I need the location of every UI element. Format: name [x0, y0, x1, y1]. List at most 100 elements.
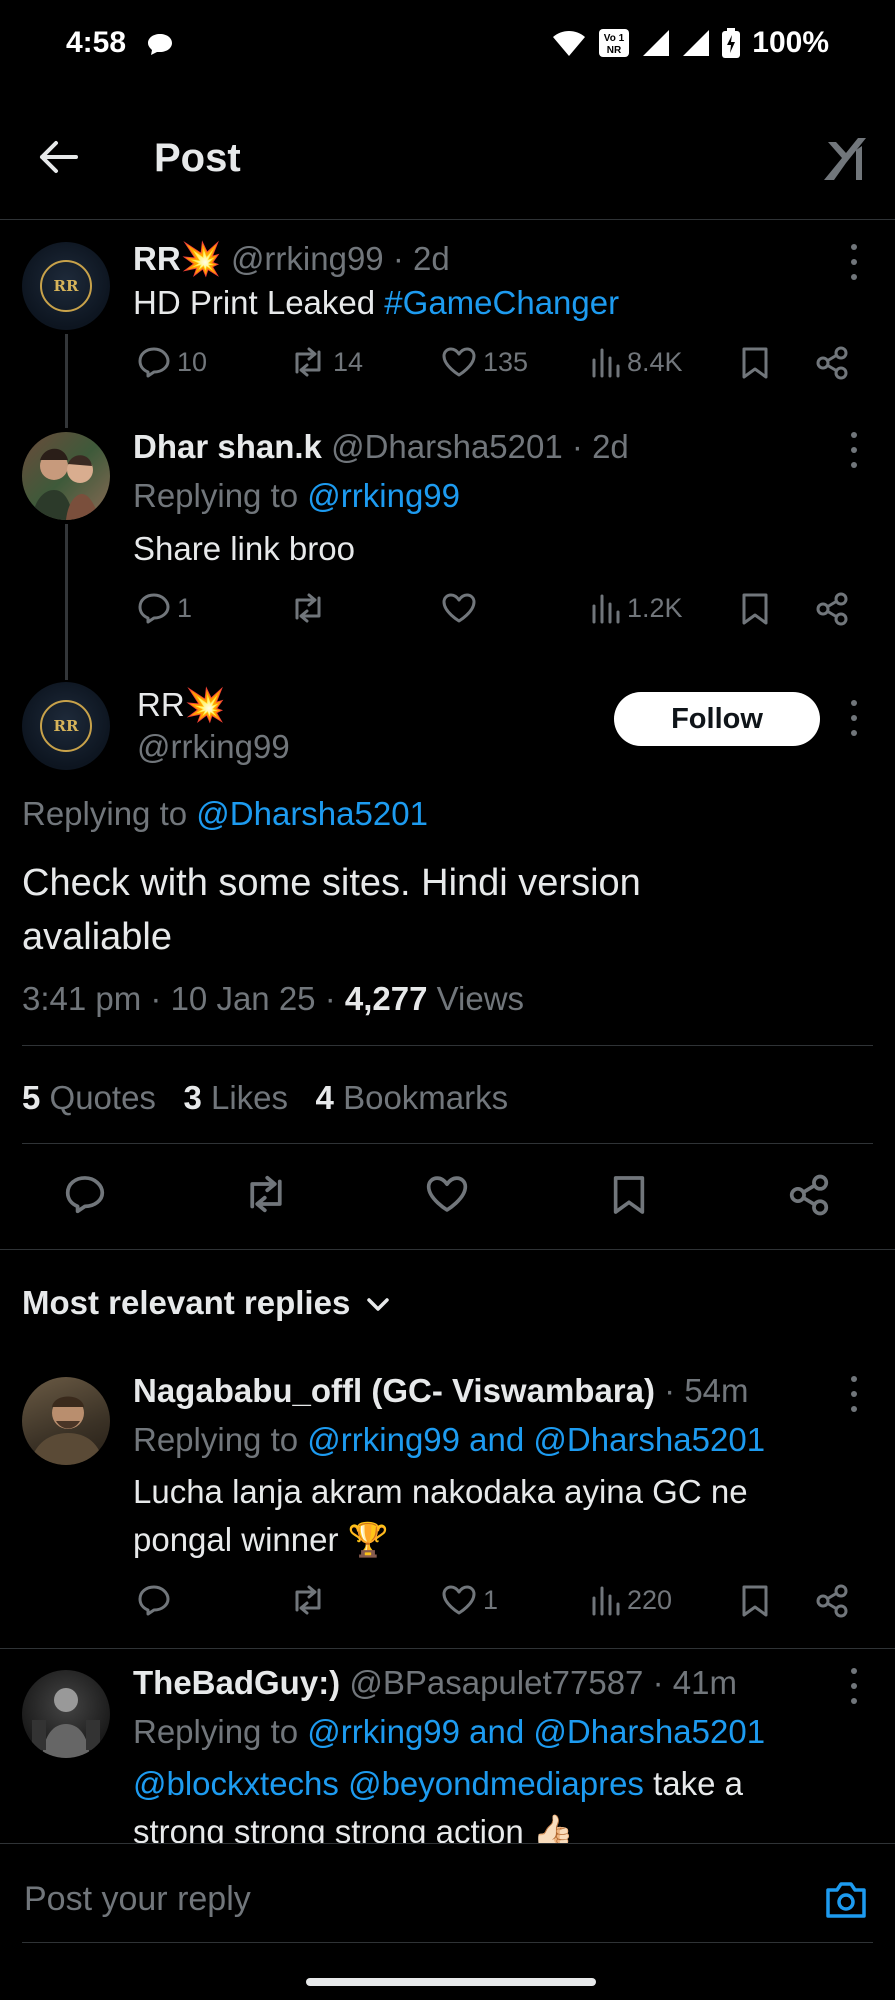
- post-meta: 3:41 pm · 10 Jan 25 · 4,277 Views: [22, 980, 524, 1018]
- like-button[interactable]: 1: [441, 1584, 498, 1616]
- repost-button[interactable]: [242, 1174, 290, 1214]
- post-header: Nagababu_offl (GC- Viswambara) · 54m: [133, 1372, 749, 1410]
- post-body-line: Lucha lanja akram nakodaka ayina GC ne: [133, 1473, 748, 1510]
- reply-button[interactable]: 1: [137, 592, 192, 624]
- more-options-icon[interactable]: [844, 432, 864, 468]
- post-actions: 10 14 135 8.4K: [133, 346, 853, 390]
- views-count: 8.4K: [627, 346, 683, 377]
- views-button[interactable]: 1.2K: [591, 592, 683, 624]
- display-name[interactable]: Dhar shan.k: [133, 428, 322, 465]
- bookmark-button[interactable]: [612, 1174, 646, 1216]
- hashtag-link[interactable]: #GameChanger: [384, 284, 619, 321]
- handle[interactable]: @rrking99: [231, 240, 384, 277]
- repost-button[interactable]: [289, 592, 327, 624]
- post-body: Lucha lanja akram nakodaka ayina GC ne p…: [133, 1468, 748, 1564]
- handle[interactable]: @Dharsha5201: [331, 428, 563, 465]
- battery-percent: 100%: [752, 26, 829, 59]
- more-options-icon[interactable]: [844, 1376, 864, 1412]
- reply-icon: [138, 593, 170, 624]
- post-age: · 41m: [652, 1664, 737, 1701]
- views-count: 220: [627, 1584, 673, 1615]
- display-name[interactable]: RR💥: [133, 240, 222, 277]
- like-button[interactable]: [425, 1174, 469, 1214]
- replying-to-link[interactable]: @rrking99: [307, 477, 460, 514]
- like-button[interactable]: 135: [441, 346, 528, 378]
- repost-button[interactable]: [289, 1584, 327, 1616]
- more-options-icon[interactable]: [844, 244, 864, 280]
- avatar[interactable]: [22, 432, 110, 520]
- post-age: · 54m: [664, 1372, 749, 1409]
- replying-to-link[interactable]: @rrking99 and @Dharsha5201: [307, 1421, 765, 1458]
- like-count: 1: [483, 1584, 499, 1615]
- back-arrow-icon[interactable]: [38, 140, 78, 174]
- bookmark-button[interactable]: [741, 346, 769, 380]
- follow-button[interactable]: Follow: [614, 692, 820, 746]
- status-bar: 4:58 Vo 1 NR 100%: [0, 0, 895, 90]
- reply-button[interactable]: [137, 1584, 171, 1616]
- repost-button[interactable]: 14: [289, 346, 363, 378]
- post-age: · 2d: [571, 428, 629, 465]
- reply-input[interactable]: Post your reply: [24, 1880, 251, 1919]
- reply-count: 1: [177, 592, 193, 623]
- replying-to: Replying to @rrking99 and @Dharsha5201: [133, 1421, 765, 1459]
- bookmark-button[interactable]: [741, 1584, 769, 1618]
- handle[interactable]: @rrking99: [137, 728, 290, 766]
- views-chart-icon: [592, 594, 620, 624]
- like-count: 135: [483, 346, 529, 377]
- home-indicator[interactable]: [306, 1978, 596, 1986]
- reply-composer: Post your reply: [0, 1843, 895, 2000]
- replying-to: Replying to @Dharsha5201: [22, 795, 428, 833]
- divider: [0, 1648, 895, 1649]
- share-button[interactable]: [788, 1174, 830, 1216]
- camera-icon[interactable]: [824, 1880, 868, 1920]
- heart-icon: [442, 593, 476, 623]
- quotes-stat[interactable]: 5 Quotes: [22, 1079, 156, 1116]
- signal-icon-2: [682, 29, 710, 57]
- reply-button[interactable]: [64, 1174, 106, 1214]
- more-options-icon[interactable]: [844, 700, 864, 736]
- more-options-icon[interactable]: [844, 1668, 864, 1704]
- replying-to-link[interactable]: @Dharsha5201: [196, 795, 428, 832]
- post-text: HD Print Leaked #GameChanger: [133, 284, 619, 322]
- post-header: RR💥 @rrking99 · 2d: [133, 240, 450, 279]
- handle[interactable]: @BPasapulet77587: [349, 1664, 643, 1701]
- views-chart-icon: [592, 348, 620, 378]
- avatar[interactable]: RR: [22, 682, 110, 770]
- display-name[interactable]: RR💥: [137, 686, 226, 725]
- display-name[interactable]: TheBadGuy:): [133, 1664, 340, 1701]
- avatar[interactable]: [22, 1377, 110, 1465]
- avatar[interactable]: RR: [22, 242, 110, 330]
- top-bar: Post: [0, 90, 895, 220]
- status-time: 4:58: [66, 26, 127, 59]
- share-button[interactable]: [815, 346, 849, 380]
- post-actions: 1 220: [133, 1584, 853, 1628]
- grok-icon[interactable]: [822, 136, 868, 182]
- share-icon: [789, 1174, 829, 1216]
- thread-line: [65, 524, 68, 680]
- replies-sort-dropdown[interactable]: Most relevant replies: [22, 1284, 391, 1322]
- reply-button[interactable]: 10: [137, 346, 207, 378]
- signal-icon: [642, 29, 670, 57]
- repost-icon: [295, 1585, 321, 1615]
- avatar[interactable]: [22, 1670, 110, 1758]
- bookmark-icon: [742, 1585, 768, 1617]
- engagement-stats: 5 Quotes 3 Likes 4 Bookmarks: [22, 1079, 508, 1117]
- bookmark-button[interactable]: [741, 592, 769, 626]
- like-button[interactable]: [441, 592, 477, 624]
- reply-icon: [138, 1585, 170, 1616]
- post-body-text: take a: [653, 1765, 743, 1802]
- display-name[interactable]: Nagababu_offl (GC- Viswambara): [133, 1372, 655, 1409]
- replying-to-link[interactable]: @rrking99 and @Dharsha5201: [307, 1713, 765, 1750]
- bookmarks-stat[interactable]: 4 Bookmarks: [316, 1079, 509, 1116]
- bookmark-icon: [742, 347, 768, 379]
- post-header: TheBadGuy:) @BPasapulet77587 · 41m: [133, 1664, 737, 1702]
- views-button[interactable]: 8.4K: [591, 346, 683, 378]
- heart-icon: [442, 347, 476, 377]
- mention-links[interactable]: @blockxtechs @beyondmediapres: [133, 1765, 644, 1802]
- share-button[interactable]: [815, 592, 849, 626]
- share-button[interactable]: [815, 1584, 849, 1618]
- views-button[interactable]: 220: [591, 1584, 672, 1616]
- post-body-line: Check with some sites. Hindi version: [22, 862, 641, 904]
- bookmark-icon: [613, 1176, 645, 1214]
- likes-stat[interactable]: 3 Likes: [183, 1079, 288, 1116]
